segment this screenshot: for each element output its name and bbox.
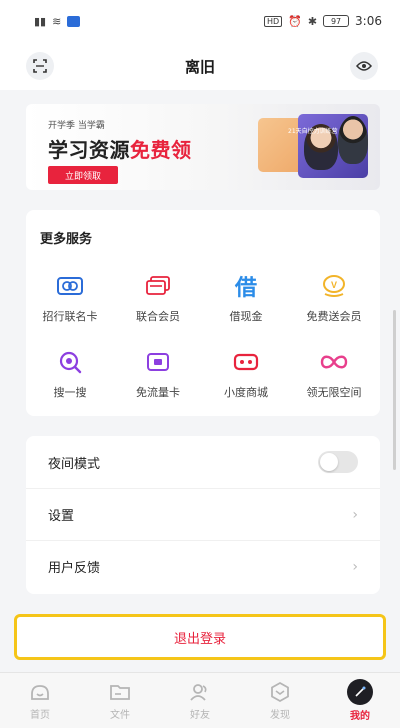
toggle-knob: [320, 453, 338, 471]
hd-badge: HD: [263, 15, 283, 27]
friends-icon: [188, 680, 212, 704]
scrollbar-thumb[interactable]: [393, 310, 396, 470]
tab-discover[interactable]: 发现: [240, 680, 320, 721]
banner-illustration: 21天自控力训练营: [258, 110, 370, 184]
scan-icon: [33, 59, 47, 73]
download-icon: [67, 15, 81, 27]
tab-label: 首页: [30, 710, 50, 721]
feedback-label: 用户反馈: [48, 561, 101, 576]
banner-cta-button[interactable]: 立即领取: [48, 166, 118, 184]
service-cmb-card[interactable]: 招行联名卡: [26, 272, 114, 332]
tab-files[interactable]: 文件: [80, 680, 160, 721]
gift-member-icon: V: [320, 272, 348, 300]
page-title: 离旧: [184, 57, 215, 76]
service-label: 免费送会员: [306, 310, 362, 323]
bottom-tab-bar: 首页 文件 好友 发现 我的: [0, 672, 400, 728]
sim-card-icon: [144, 348, 172, 376]
status-bar: ▮▮ ≋ HD ⏰ ✱ 97 3:06: [0, 0, 400, 42]
tab-label: 好友: [190, 710, 210, 721]
chevron-right-icon: ›: [352, 506, 358, 523]
service-data-card[interactable]: 免流量卡: [114, 348, 202, 408]
alarm-icon: ⏰: [288, 14, 302, 28]
svg-text:V: V: [331, 280, 337, 290]
infinity-icon: [320, 348, 348, 376]
logout-button[interactable]: 退出登录: [14, 614, 386, 660]
profile-icon: [347, 679, 373, 705]
tab-label: 文件: [110, 710, 130, 721]
tab-home[interactable]: 首页: [0, 680, 80, 721]
banner-headline-prefix: 学习资源: [48, 138, 130, 162]
borrow-cash-icon: 借: [232, 272, 260, 301]
night-mode-row: 夜间模式: [26, 436, 380, 488]
tab-label: 我的: [350, 711, 370, 722]
settings-row[interactable]: 设置 ›: [26, 488, 380, 540]
night-mode-label: 夜间模式: [48, 456, 101, 472]
tab-label: 发现: [270, 710, 290, 721]
clock: 3:06: [355, 14, 382, 28]
status-right: HD ⏰ ✱ 97 3:06: [263, 14, 382, 28]
bank-card-icon: [56, 272, 84, 300]
wifi-icon: ≋: [52, 14, 62, 28]
banner-art-title: 21天自控力训练营: [288, 128, 338, 135]
search-icon: [56, 348, 84, 376]
banner-headline-highlight: 免费领: [130, 138, 192, 162]
signal-icon: ▮▮: [34, 14, 47, 28]
page-header: 离旧: [0, 42, 400, 90]
promo-banner[interactable]: 开学季 当学霸 学习资源免费领 立即领取 21天自控力训练营: [26, 104, 380, 190]
folder-icon: [108, 680, 132, 704]
service-label: 联合会员: [136, 310, 180, 323]
feedback-row[interactable]: 用户反馈 ›: [26, 540, 380, 592]
service-label: 小度商城: [224, 386, 268, 399]
service-label: 招行联名卡: [42, 310, 98, 323]
service-label: 借现金: [229, 310, 263, 323]
logout-label: 退出登录: [173, 631, 226, 647]
bluetooth-icon: ✱: [307, 14, 318, 28]
banner-headline: 学习资源免费领: [48, 134, 192, 163]
more-services-card: 更多服务 招行联名卡 联合会员 借 借现金 V 免费送会员 搜一搜 免流量卡 小…: [26, 210, 380, 416]
services-title: 更多服务: [40, 232, 93, 247]
night-mode-toggle[interactable]: [318, 451, 358, 473]
service-search[interactable]: 搜一搜: [26, 348, 114, 408]
banner-person-2: [338, 116, 368, 164]
discover-icon: [268, 680, 292, 704]
store-icon: [232, 348, 260, 376]
borrow-cash-glyph: 借: [234, 276, 257, 301]
service-label: 搜一搜: [53, 386, 87, 399]
eye-icon: [356, 61, 372, 71]
service-label: 领无限空间: [306, 386, 362, 399]
service-label: 免流量卡: [136, 386, 180, 399]
status-left: ▮▮ ≋: [34, 14, 81, 28]
service-xiaodu-store[interactable]: 小度商城: [202, 348, 290, 408]
chevron-right-icon: ›: [352, 558, 358, 575]
tab-friends[interactable]: 好友: [160, 680, 240, 721]
privacy-eye-button[interactable]: [350, 52, 378, 80]
member-card-icon: [144, 272, 172, 300]
scan-button[interactable]: [26, 52, 54, 80]
banner-tagline: 开学季 当学霸: [48, 121, 105, 131]
tab-profile[interactable]: 我的: [320, 679, 400, 722]
service-joint-member[interactable]: 联合会员: [114, 272, 202, 332]
service-unlimited-space[interactable]: 领无限空间: [290, 348, 378, 408]
home-icon: [28, 680, 52, 704]
settings-label: 设置: [48, 509, 75, 524]
service-borrow-cash[interactable]: 借 借现金: [202, 272, 290, 332]
settings-card: 夜间模式 设置 › 用户反馈 ›: [26, 436, 380, 594]
battery-indicator: 97: [323, 15, 350, 27]
service-free-member[interactable]: V 免费送会员: [290, 272, 378, 332]
